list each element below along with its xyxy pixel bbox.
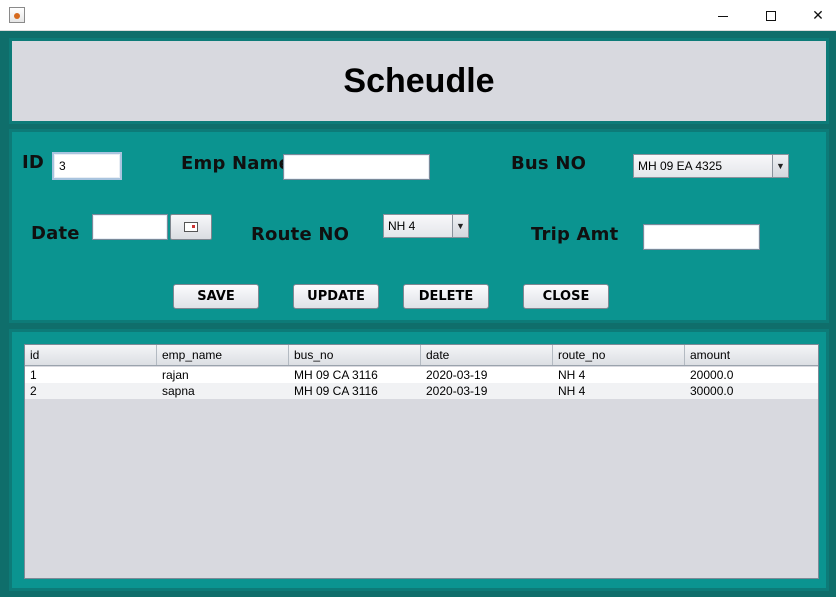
bus-no-dropdown[interactable]: MH 09 EA 4325 ▼ [633, 154, 789, 178]
id-field[interactable]: 3 [52, 152, 122, 180]
date-field[interactable] [92, 214, 168, 240]
calendar-icon [184, 222, 198, 232]
save-button[interactable]: SAVE [173, 284, 259, 309]
column-header-bus-no[interactable]: bus_no [289, 345, 421, 365]
cell-id: 2 [30, 384, 37, 398]
close-icon: ✕ [812, 7, 824, 24]
page-title: Scheudle [343, 61, 495, 100]
cell-emp-name: sapna [162, 384, 195, 398]
minimize-icon [718, 16, 728, 17]
cell-route-no: NH 4 [558, 368, 586, 382]
chevron-down-icon[interactable]: ▼ [452, 215, 468, 237]
cell-route-no: NH 4 [558, 384, 586, 398]
cell-amount: 30000.0 [690, 384, 734, 398]
column-header-route-no[interactable]: route_no [553, 345, 685, 365]
delete-button[interactable]: DELETE [403, 284, 489, 309]
table-panel: id emp_name bus_no date route_no amount … [9, 329, 829, 591]
window-titlebar: ✕ [0, 0, 836, 31]
form-panel: ID 3 Emp Name Bus NO MH 09 EA 4325 ▼ Dat… [9, 129, 829, 323]
trip-amt-field[interactable] [643, 224, 760, 250]
title-panel: Scheudle [9, 38, 829, 124]
close-window-button[interactable]: ✕ [795, 0, 836, 31]
table-header: id emp_name bus_no date route_no amount [25, 345, 818, 366]
emp-name-field[interactable] [283, 154, 430, 180]
cell-bus-no: MH 09 CA 3116 [294, 384, 378, 398]
cell-date: 2020-03-19 [426, 368, 488, 382]
date-label: Date [31, 223, 80, 244]
java-app-icon [9, 7, 25, 23]
bus-no-selected: MH 09 EA 4325 [638, 159, 723, 173]
column-header-emp-name[interactable]: emp_name [157, 345, 289, 365]
minimize-button[interactable] [700, 0, 746, 31]
column-header-date[interactable]: date [421, 345, 553, 365]
cell-amount: 20000.0 [690, 368, 734, 382]
update-button[interactable]: UPDATE [293, 284, 379, 309]
table-row[interactable]: 2 sapna MH 09 CA 3116 2020-03-19 NH 4 30… [25, 383, 818, 399]
maximize-button[interactable] [748, 0, 794, 31]
emp-name-label: Emp Name [181, 153, 291, 174]
route-no-selected: NH 4 [388, 219, 416, 233]
table-row[interactable]: 1 rajan MH 09 CA 3116 2020-03-19 NH 4 20… [25, 367, 818, 383]
id-label: ID [22, 152, 45, 173]
schedule-table[interactable]: id emp_name bus_no date route_no amount … [24, 344, 819, 579]
cell-emp-name: rajan [162, 368, 189, 382]
close-button[interactable]: CLOSE [523, 284, 609, 309]
cell-date: 2020-03-19 [426, 384, 488, 398]
bus-no-label: Bus NO [511, 153, 587, 174]
date-picker-button[interactable] [170, 214, 212, 240]
column-header-id[interactable]: id [25, 345, 157, 365]
route-no-dropdown[interactable]: NH 4 ▼ [383, 214, 469, 238]
column-header-amount[interactable]: amount [685, 345, 818, 365]
chevron-down-icon[interactable]: ▼ [772, 155, 788, 177]
maximize-icon [766, 10, 776, 21]
cell-bus-no: MH 09 CA 3116 [294, 368, 378, 382]
route-no-label: Route NO [251, 224, 350, 245]
trip-amt-label: Trip Amt [531, 224, 619, 245]
cell-id: 1 [30, 368, 37, 382]
